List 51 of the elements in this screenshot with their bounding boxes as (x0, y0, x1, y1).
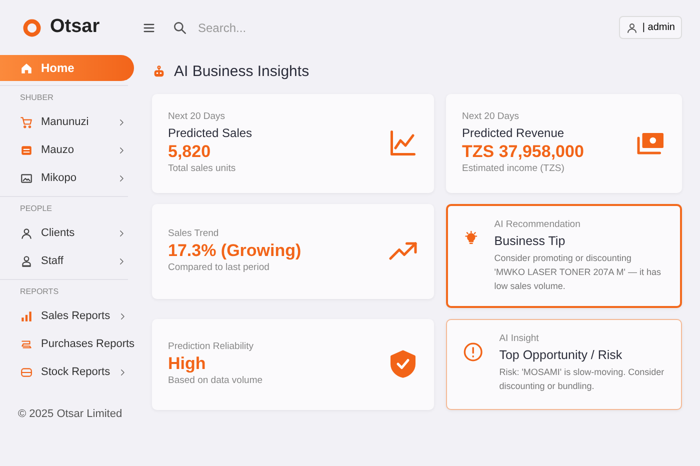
user-icon (20, 226, 33, 240)
nav-item[interactable]: Staff (0, 247, 134, 275)
search-field[interactable]: Search... (196, 18, 396, 38)
transfer-icon (20, 338, 33, 350)
card-caption: AI Insight (499, 332, 540, 346)
box-icon (20, 144, 33, 156)
card-note: Compared to last period (168, 261, 270, 276)
card-caption: AI Recommendation (494, 218, 582, 232)
card-value: TZS 37,958,000 (462, 142, 585, 162)
nav-item[interactable]: Stock Reports (0, 358, 134, 386)
card-caption: Next 20 Days (168, 110, 226, 124)
card-value: High (168, 354, 207, 374)
image-icon (20, 172, 33, 184)
user-icon (626, 22, 638, 34)
card-note: Total sales units (168, 162, 237, 176)
brand-name: Otsar (50, 15, 100, 40)
bar-chart-icon (20, 310, 33, 322)
database-icon (20, 366, 33, 378)
section-heading: PEOPLE (0, 196, 128, 219)
user-icon (20, 254, 33, 268)
user-menu-button[interactable]: | admin (619, 16, 682, 39)
search-icon (172, 20, 188, 36)
card-title: Predicted Sales (168, 124, 254, 142)
section-heading: SHUBER (0, 85, 128, 108)
card-caption: Prediction Reliability (168, 340, 255, 354)
nav-item[interactable]: Mikopo (0, 164, 134, 192)
footer-text: © 2025 Otsar Limited (17, 407, 124, 422)
logo-icon (22, 18, 42, 38)
card-caption: Next 20 Days (462, 110, 520, 124)
card-title: Business Tip (494, 232, 566, 250)
home-icon (20, 62, 33, 74)
line-chart-icon (388, 128, 418, 158)
shield-check-icon (388, 349, 418, 380)
card-value: 17.3% (Growing) (168, 240, 302, 262)
card-title: Top Opportunity / Risk (499, 346, 624, 364)
nav-item[interactable]: Clients (0, 219, 134, 247)
nav-item[interactable]: Purchases Reports (0, 330, 134, 358)
page-title: AI Business Insights (174, 62, 310, 82)
card-note: Risk: 'MOSAMI' is slow-moving. Consider discounting or bundling. (499, 366, 665, 394)
nav-item[interactable]: Mauzo (0, 136, 134, 164)
card-value: 5,820 (168, 142, 212, 162)
section-heading: REPORTS (0, 279, 128, 302)
card-title: Predicted Revenue (462, 124, 566, 142)
robot-icon (152, 65, 166, 80)
card-note: Based on data volume (168, 374, 264, 388)
card-note: Consider promoting or discounting 'MWKO LASER TONER 207A M' — it has low sales volume. (494, 252, 662, 294)
nav-item[interactable]: Sales Reports (0, 302, 134, 330)
card-note: Estimated income (TZS) (462, 162, 566, 176)
card-caption: Sales Trend (168, 226, 220, 241)
cart-icon (20, 116, 33, 128)
nav-item[interactable]: Manunuzi (0, 108, 134, 136)
